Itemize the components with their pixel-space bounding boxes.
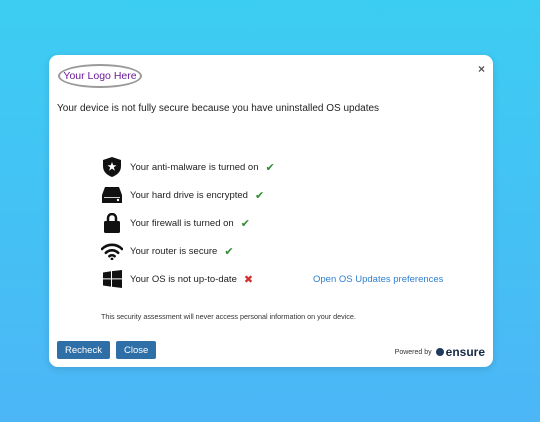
close-button[interactable]: Close xyxy=(116,341,157,359)
check-row-hard-drive: Your hard drive is encrypted ✔ xyxy=(101,184,481,206)
security-dialog: Your Logo Here × Your device is not full… xyxy=(49,55,493,367)
check-label: Your hard drive is encrypted xyxy=(130,189,248,201)
logo-text: Your Logo Here xyxy=(63,70,137,82)
check-label: Your firewall is turned on xyxy=(130,217,234,229)
wifi-icon xyxy=(101,240,123,262)
check-label: Your anti-malware is turned on xyxy=(130,161,259,173)
powered-by-label: Powered by xyxy=(394,348,432,356)
open-os-updates-link[interactable]: Open OS Updates preferences xyxy=(313,274,443,285)
status-headline: Your device is not fully secure because … xyxy=(57,103,380,114)
check-pass-icon: ✔ xyxy=(240,217,250,230)
windows-icon xyxy=(101,268,123,290)
shield-icon xyxy=(101,156,123,178)
check-label: Your router is secure xyxy=(130,245,218,257)
close-icon[interactable]: × xyxy=(478,63,485,75)
check-row-anti-malware: Your anti-malware is turned on ✔ xyxy=(101,156,481,178)
powered-by: Powered by ensure xyxy=(395,345,485,359)
privacy-disclaimer: This security assessment will never acce… xyxy=(101,312,356,321)
check-row-firewall: Your firewall is turned on ✔ xyxy=(101,212,481,234)
logo-placeholder: Your Logo Here xyxy=(58,64,142,88)
check-pass-icon: ✔ xyxy=(224,245,234,258)
check-row-os: Your OS is not up-to-date ✖ Open OS Upda… xyxy=(101,268,481,290)
ensure-brand: ensure xyxy=(445,345,485,359)
check-row-router: Your router is secure ✔ xyxy=(101,240,481,262)
recheck-button[interactable]: Recheck xyxy=(57,341,110,359)
hard-drive-icon xyxy=(101,184,123,206)
check-pass-icon: ✔ xyxy=(254,189,265,202)
lock-icon xyxy=(101,212,123,234)
check-label: Your OS is not up-to-date xyxy=(130,273,237,285)
check-fail-icon: ✖ xyxy=(243,273,254,286)
check-pass-icon: ✔ xyxy=(265,161,275,174)
ensure-logo-icon xyxy=(435,348,444,356)
